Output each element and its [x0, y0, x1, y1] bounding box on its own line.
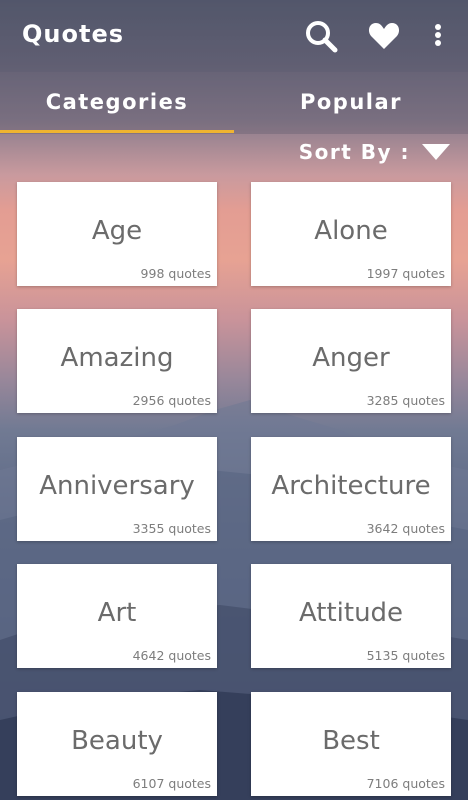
category-card[interactable]: Age 998 quotes: [17, 182, 217, 286]
quote-count: 3642 quotes: [366, 521, 445, 536]
tab-categories[interactable]: Categories: [0, 72, 234, 132]
tab-bar: Categories Popular: [0, 72, 468, 134]
tab-popular[interactable]: Popular: [234, 72, 468, 132]
category-card[interactable]: Amazing 2956 quotes: [17, 309, 217, 413]
category-card[interactable]: Alone 1997 quotes: [251, 182, 451, 286]
quote-count: 3285 quotes: [366, 393, 445, 408]
category-name: Beauty: [71, 726, 163, 756]
category-name: Anger: [312, 343, 390, 373]
tab-indicator: [0, 130, 234, 133]
app-title: Quotes: [22, 20, 125, 48]
category-name: Amazing: [60, 343, 174, 373]
category-name: Architecture: [271, 471, 431, 501]
category-name: Alone: [314, 216, 388, 246]
quote-count: 4642 quotes: [132, 648, 211, 663]
category-card[interactable]: Beauty 6107 quotes: [17, 692, 217, 796]
category-card[interactable]: Art 4642 quotes: [17, 564, 217, 668]
category-card[interactable]: Anniversary 3355 quotes: [17, 437, 217, 541]
quote-count: 7106 quotes: [366, 776, 445, 791]
heart-icon[interactable]: [366, 18, 402, 54]
category-name: Anniversary: [39, 471, 195, 501]
quote-count: 3355 quotes: [132, 521, 211, 536]
category-card[interactable]: Anger 3285 quotes: [251, 309, 451, 413]
more-vert-icon[interactable]: [424, 18, 452, 54]
quote-count: 998 quotes: [140, 266, 211, 281]
category-name: Age: [91, 216, 143, 246]
sort-by-button[interactable]: Sort By :: [299, 140, 452, 164]
quote-count: 2956 quotes: [132, 393, 211, 408]
caret-down-icon: [422, 144, 450, 160]
sort-by-label: Sort By :: [298, 140, 410, 164]
category-name: Best: [322, 726, 380, 756]
category-name: Art: [97, 598, 137, 628]
quote-count: 1997 quotes: [366, 266, 445, 281]
quote-count: 6107 quotes: [132, 776, 211, 791]
search-icon[interactable]: [303, 18, 339, 54]
category-card[interactable]: Attitude 5135 quotes: [251, 564, 451, 668]
category-name: Attitude: [298, 598, 404, 628]
app-bar: Quotes: [0, 0, 468, 72]
category-card[interactable]: Architecture 3642 quotes: [251, 437, 451, 541]
quote-count: 5135 quotes: [366, 648, 445, 663]
category-card[interactable]: Best 7106 quotes: [251, 692, 451, 796]
